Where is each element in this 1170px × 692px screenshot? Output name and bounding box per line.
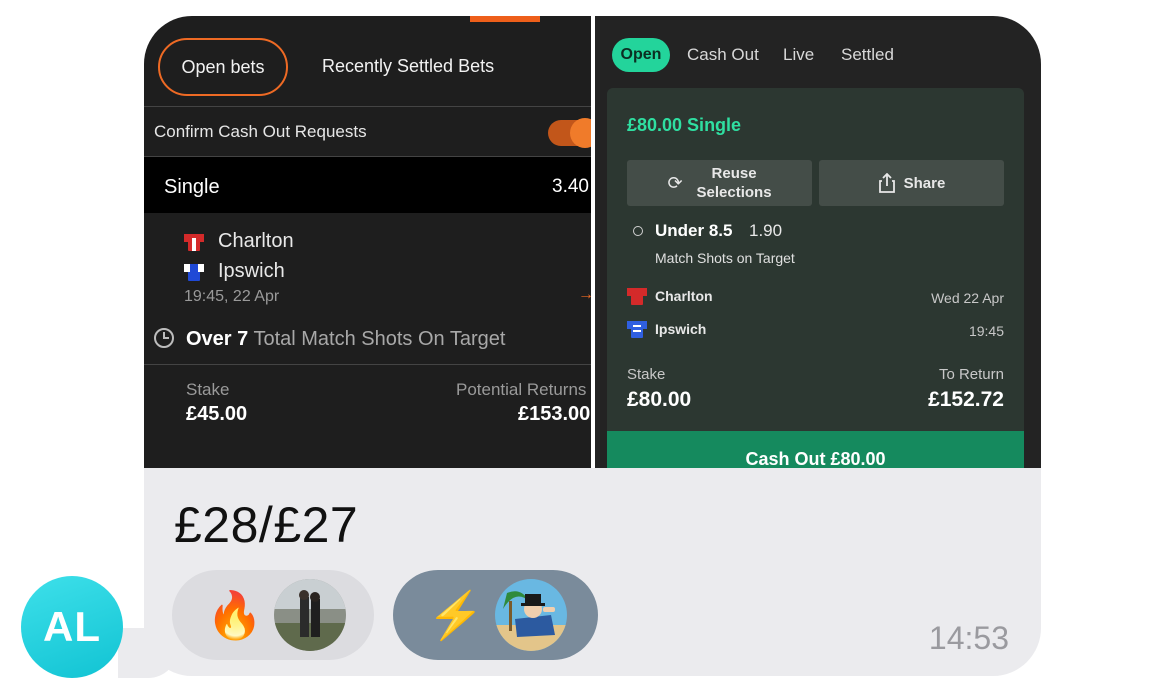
potential-returns-label: Potential Returns [456, 380, 587, 399]
home-team-name: Charlton [218, 230, 294, 252]
selection-odds: 1.90 [749, 221, 783, 240]
divider [144, 106, 591, 107]
share-icon [878, 173, 895, 193]
cash-out-button: Cash Out £80.00 [607, 431, 1024, 468]
share-button: Share [819, 160, 1004, 206]
away-team: Ipswich [184, 260, 285, 283]
tab-recently-settled: Recently Settled Bets [322, 56, 495, 76]
home-team: Charlton [627, 286, 713, 306]
potential-returns-value: £153.00 [518, 403, 591, 425]
away-team: Ipswich [627, 319, 706, 339]
away-team-name: Ipswich [655, 321, 707, 337]
bet-title: £80.00 Single [627, 115, 742, 135]
stake-label: Stake [186, 380, 230, 399]
attached-screenshot-right[interactable]: Open Cash Out Live Settled £80.00 Single… [595, 16, 1041, 468]
message-text: £28/£27 [174, 497, 359, 553]
tab-cash-out: Cash Out [687, 45, 759, 64]
to-return-value: £152.72 [928, 388, 1004, 411]
reuse-selections-button: ⟳ Reuse Selections [627, 160, 812, 206]
chat-screen: Open bets Recently Settled Bets Confirm … [0, 0, 1170, 692]
confirm-cash-out-label: Confirm Cash Out Requests [154, 122, 367, 141]
tab-open: Open [612, 38, 670, 72]
active-indicator [470, 16, 540, 22]
match-date: Wed 22 Apr [931, 290, 1004, 306]
selection-name: Under 8.5 [655, 221, 733, 240]
away-team-name: Ipswich [218, 260, 285, 282]
home-team: Charlton [184, 230, 294, 253]
market-line: Over 7 [186, 328, 249, 350]
arrow-right-icon: → [578, 286, 591, 303]
away-shirt-icon [184, 262, 204, 282]
reactor-avatar [495, 579, 567, 651]
reuse-selections-label: Reuse Selections [696, 165, 772, 201]
stake-value: £45.00 [186, 403, 248, 425]
home-team-name: Charlton [655, 288, 713, 304]
tab-settled: Settled [841, 45, 894, 64]
attached-screenshot-left[interactable]: Open bets Recently Settled Bets Confirm … [144, 16, 591, 468]
match-time: 19:45 [968, 323, 1004, 339]
market-description: Over 7 Total Match Shots On Target [186, 328, 505, 351]
refresh-icon: ⟳ [667, 172, 683, 193]
message-timestamp: 14:53 [928, 620, 1009, 656]
tab-open-bets: Open bets [158, 38, 288, 96]
sender-avatar[interactable]: AL [21, 576, 123, 678]
market-name: Total Match Shots On Target [248, 328, 506, 350]
bet-type: Single [164, 176, 220, 198]
to-return-label: To Return [938, 366, 1004, 383]
message-bubble[interactable]: Open bets Recently Settled Bets Confirm … [144, 16, 1041, 676]
clock-icon [154, 328, 174, 348]
home-shirt-icon [184, 232, 204, 252]
reactor-avatar [274, 579, 346, 651]
share-label: Share [903, 174, 946, 192]
bet-odds: 3.40 [552, 176, 589, 197]
kickoff-time: 19:45, 22 Apr [184, 288, 280, 305]
selection-radio-icon [633, 226, 643, 236]
lightning-emoji-icon: ⚡ [427, 588, 485, 641]
home-shirt-icon [627, 286, 647, 306]
selection-market: Match Shots on Target [655, 250, 795, 266]
stake-value: £80.00 [627, 388, 692, 411]
reaction-fire[interactable]: 🔥 [172, 570, 374, 660]
away-shirt-icon [627, 319, 647, 339]
fire-emoji-icon: 🔥 [206, 588, 264, 641]
bet-tabs: Open bets Recently Settled Bets [144, 34, 591, 106]
tab-live: Live [783, 45, 815, 64]
divider [144, 364, 591, 365]
reaction-lightning[interactable]: ⚡ [393, 570, 598, 660]
stake-label: Stake [627, 366, 666, 383]
